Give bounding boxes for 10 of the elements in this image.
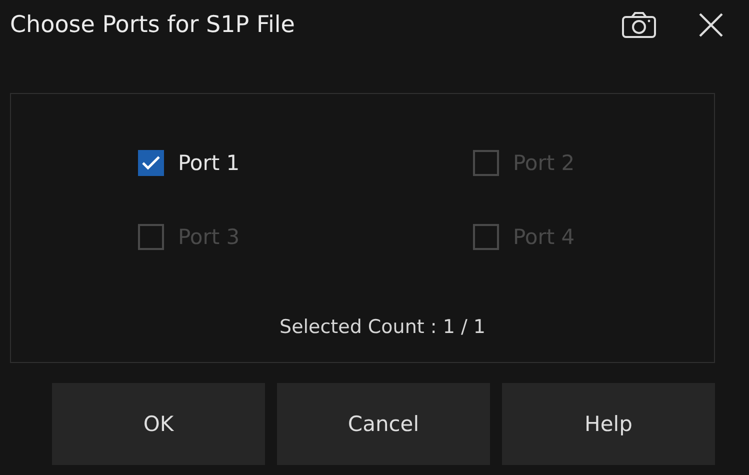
dialog-button[interactable]: Cancel: [277, 383, 490, 465]
selected-count: Selected Count : 1 / 1: [278, 316, 486, 338]
check-icon: [141, 155, 161, 171]
camera-icon[interactable]: [621, 11, 657, 39]
close-icon[interactable]: [697, 11, 725, 39]
dialog-button[interactable]: OK: [52, 383, 265, 465]
dialog-button[interactable]: Help: [502, 383, 715, 465]
checkbox-label: Port 1: [178, 151, 240, 175]
window-title: Choose Ports for S1P File: [10, 12, 295, 38]
checkbox[interactable]: [138, 150, 164, 176]
